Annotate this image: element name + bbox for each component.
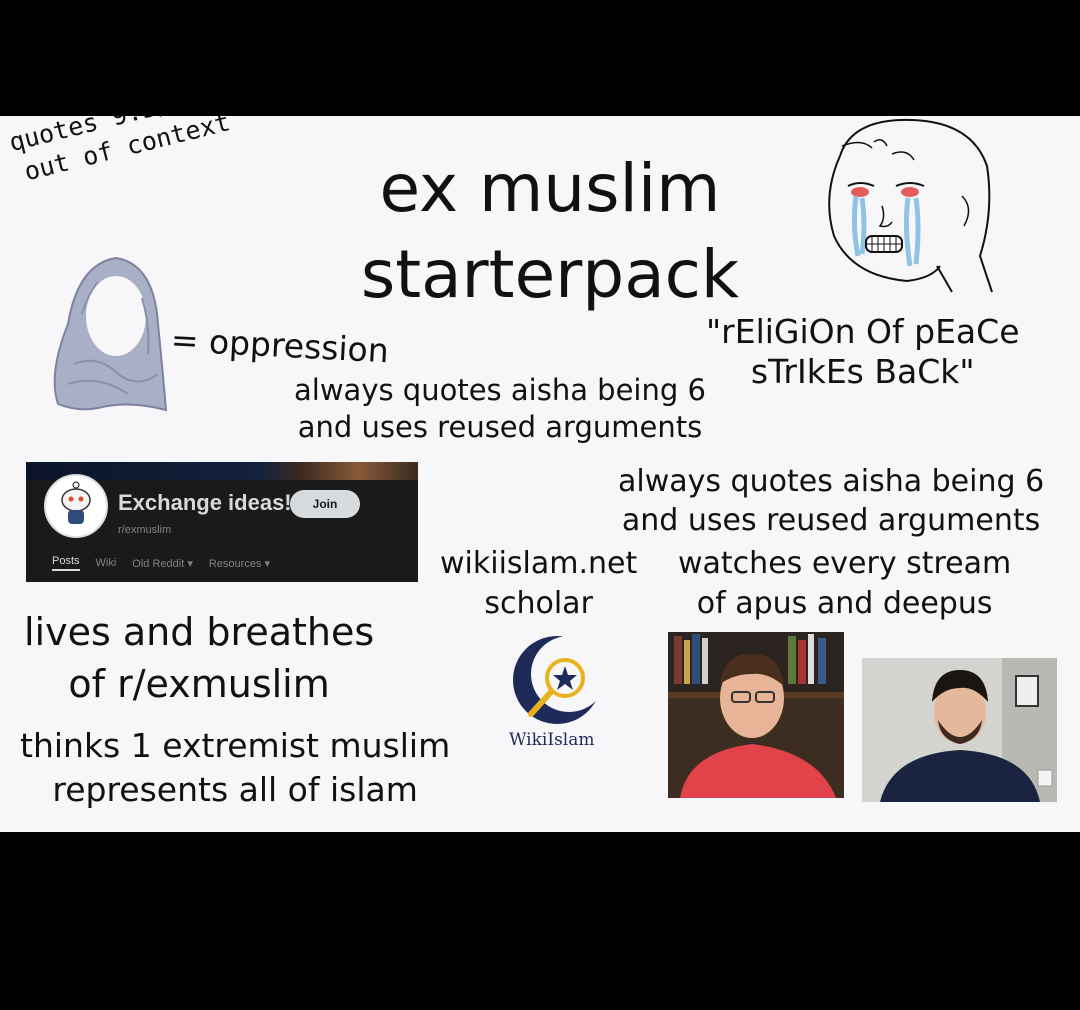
- hijab-icon: [53, 256, 168, 412]
- nav-wiki[interactable]: Wiki: [96, 557, 117, 569]
- snoo-icon: [61, 481, 91, 524]
- starterpack-panel: quotes 9:5/9:29 out of context ex muslim…: [0, 116, 1080, 832]
- nav-resources[interactable]: Resources ▾: [209, 557, 270, 570]
- stream-caption: watches every stream of apus and deepus: [678, 546, 1012, 621]
- meme-title: ex muslim starterpack: [360, 150, 740, 313]
- crying-wojak-icon: [828, 118, 993, 293]
- nav-posts[interactable]: Posts: [52, 555, 80, 571]
- oppression-caption: = oppression: [169, 320, 390, 371]
- streamer-photo-apostate: [668, 632, 844, 798]
- wikiislam-logo-text: WikiIslam: [509, 730, 595, 750]
- snoo-avatar: [44, 474, 108, 538]
- person-with-bookshelf-image: [668, 632, 844, 798]
- lives-caption: lives and breathes of r/exmuslim: [24, 610, 375, 706]
- extremist-caption: thinks 1 extremist muslim represents all…: [20, 726, 451, 809]
- quotes-caption: quotes 9:5/9:29 out of context: [6, 116, 233, 187]
- subreddit-label: r/exmuslim: [118, 524, 172, 536]
- streamer-photo-deepus: [862, 658, 1057, 802]
- reddit-community-header: Exchange ideas! r/exmuslim Join Posts Wi…: [26, 462, 418, 582]
- join-button[interactable]: Join: [290, 490, 360, 518]
- community-nav: Posts Wiki Old Reddit ▾ Resources ▾: [26, 550, 418, 576]
- aisha-caption-top: always quotes aisha being 6 and uses reu…: [294, 373, 706, 444]
- person-in-room-image: [862, 658, 1057, 802]
- community-name: Exchange ideas!: [118, 490, 292, 515]
- religion-of-peace-caption: "rEliGiOn Of pEaCe sTrIkEs BaCk": [706, 312, 1020, 391]
- nav-old-reddit[interactable]: Old Reddit ▾: [132, 557, 193, 570]
- wikiislam-scholar-caption: wikiislam.net scholar: [440, 546, 638, 621]
- aisha-caption-right: always quotes aisha being 6 and uses reu…: [618, 464, 1045, 538]
